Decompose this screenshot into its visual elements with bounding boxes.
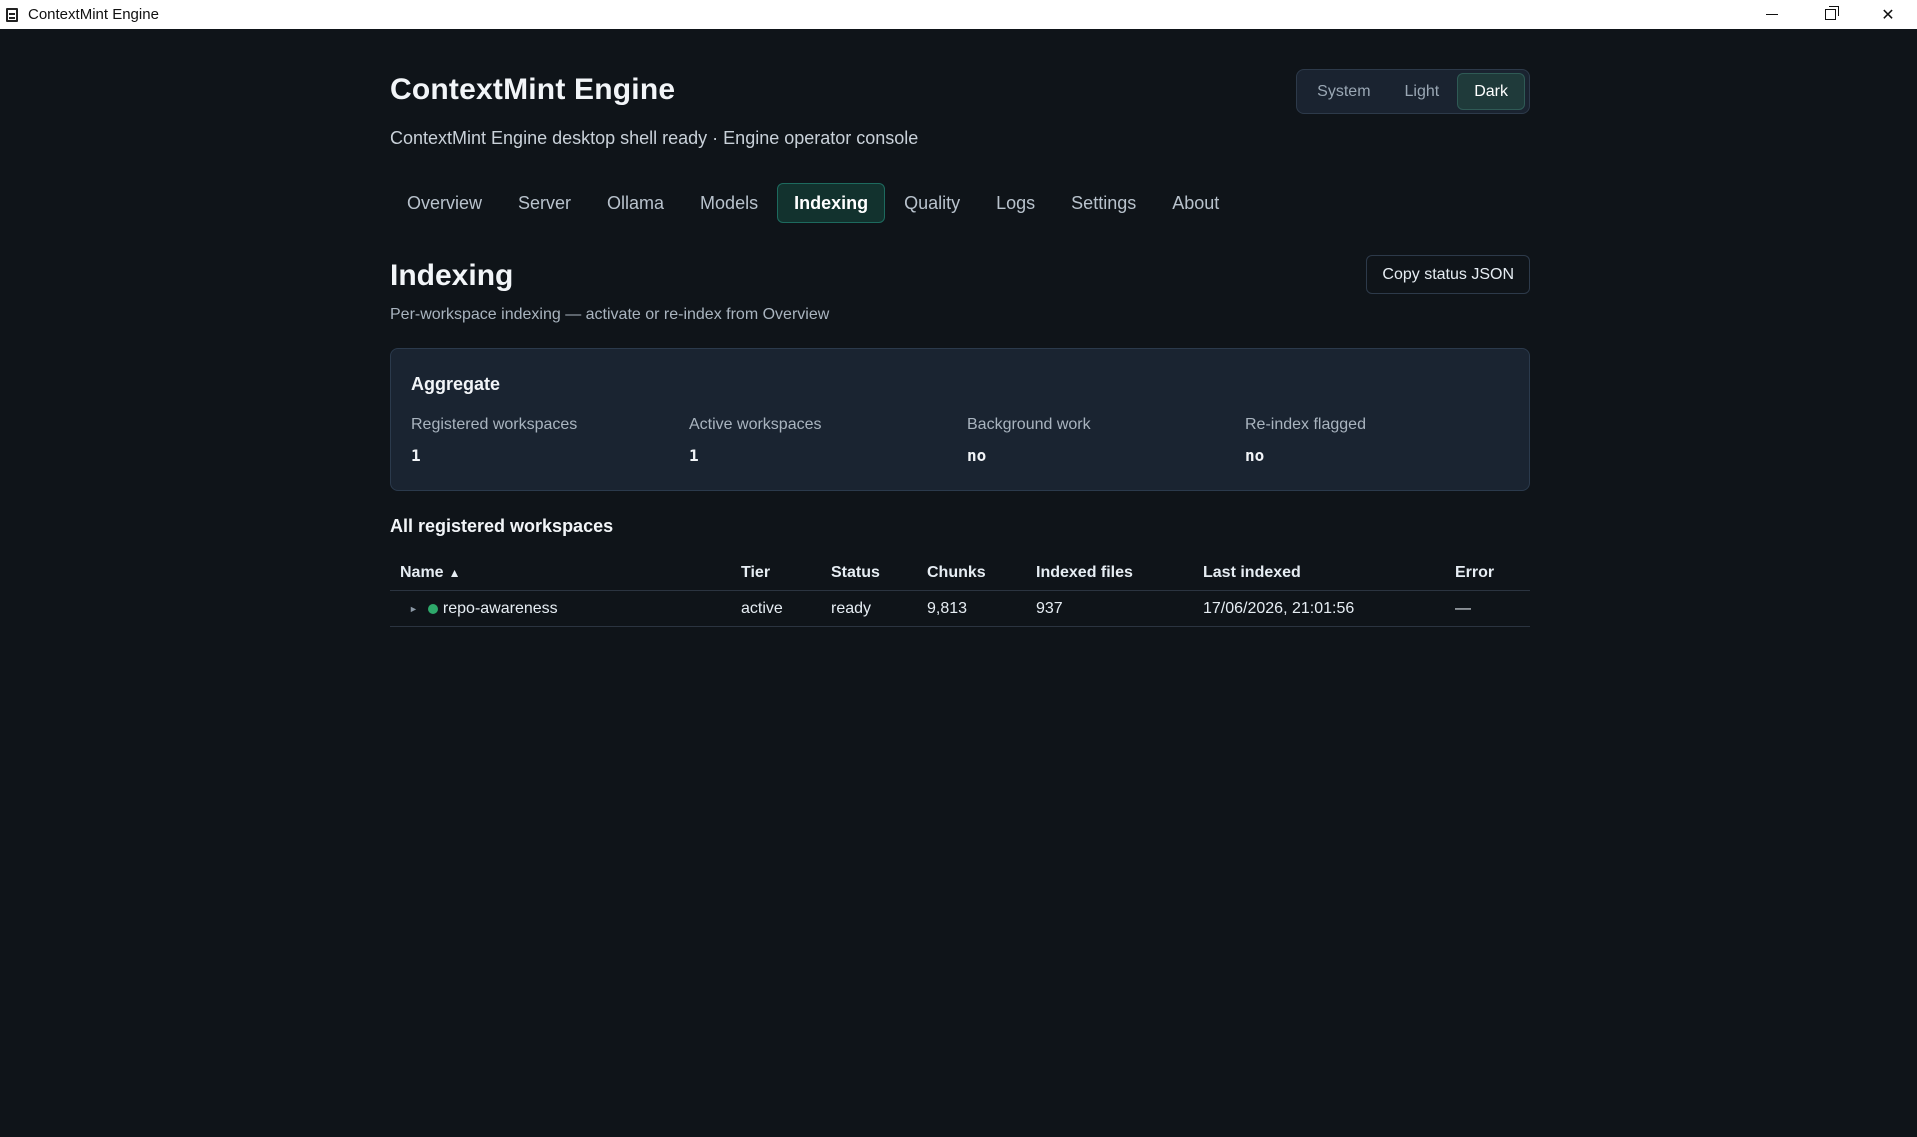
stat-background-work: Background work no [967, 416, 1227, 465]
copy-status-json-button[interactable]: Copy status JSON [1366, 255, 1530, 294]
tab-logs[interactable]: Logs [979, 183, 1052, 223]
table-row[interactable]: ► repo-awareness active ready 9,813 937 … [390, 591, 1530, 627]
workspace-tier: active [741, 600, 783, 617]
status-dot-icon [427, 604, 438, 614]
app-subtitle: ContextMint Engine desktop shell ready ·… [390, 128, 919, 148]
stat-registered-workspaces: Registered workspaces 1 [411, 416, 671, 465]
column-header-chunks[interactable]: Chunks [927, 555, 986, 591]
stat-label: Re-index flagged [1245, 416, 1366, 433]
column-header-tier[interactable]: Tier [741, 555, 770, 591]
workspace-chunks: 9,813 [927, 600, 968, 617]
workspace-indexed-files: 937 [1036, 600, 1063, 617]
table-header: Name ▲ Tier Status Chunks Indexed files … [390, 555, 1530, 591]
close-icon: ✕ [1881, 6, 1895, 24]
window-controls: ✕ [1743, 0, 1917, 29]
workspace-name: repo-awareness [442, 600, 558, 617]
stat-label: Registered workspaces [411, 416, 578, 433]
workspace-status: ready [831, 600, 872, 617]
section-description: Per-workspace indexing — activate or re-… [390, 306, 830, 323]
workspace-name-cell: ► repo-awareness [409, 591, 558, 627]
tab-server[interactable]: Server [501, 183, 588, 223]
close-button[interactable]: ✕ [1859, 0, 1917, 29]
tab-about[interactable]: About [1155, 183, 1236, 223]
theme-system-button[interactable]: System [1301, 73, 1386, 110]
column-header-label: Name [400, 564, 444, 581]
sort-ascending-icon: ▲ [448, 566, 461, 580]
window-title: ContextMint Engine [28, 6, 159, 23]
main-tabs: Overview Server Ollama Models Indexing Q… [390, 183, 1236, 223]
theme-dark-button[interactable]: Dark [1457, 73, 1525, 110]
tab-overview[interactable]: Overview [390, 183, 499, 223]
tab-models[interactable]: Models [683, 183, 775, 223]
app-title: ContextMint Engine [390, 73, 676, 106]
workspaces-table: Name ▲ Tier Status Chunks Indexed files … [390, 555, 1530, 627]
stat-active-workspaces: Active workspaces 1 [689, 416, 949, 465]
column-header-last-indexed[interactable]: Last indexed [1203, 555, 1301, 591]
aggregate-title: Aggregate [411, 374, 501, 394]
stat-value: no [1245, 446, 1265, 465]
restore-button[interactable] [1801, 0, 1859, 29]
aggregate-card: Aggregate Registered workspaces 1 Active… [390, 348, 1530, 491]
theme-switch: System Light Dark [1296, 69, 1530, 114]
theme-light-button[interactable]: Light [1389, 73, 1456, 110]
section-title: Indexing [390, 259, 514, 292]
tab-settings[interactable]: Settings [1054, 183, 1153, 223]
stat-label: Background work [967, 416, 1091, 433]
tab-indexing[interactable]: Indexing [777, 183, 886, 223]
tab-ollama[interactable]: Ollama [590, 183, 681, 223]
restore-icon [1824, 6, 1839, 20]
stat-reindex-flagged: Re-index flagged no [1245, 416, 1505, 465]
minimize-icon [1766, 14, 1778, 15]
stat-label: Active workspaces [689, 416, 822, 433]
column-header-name[interactable]: Name ▲ [400, 555, 460, 591]
workspace-last-indexed: 17/06/2026, 21:01:56 [1203, 600, 1355, 617]
app-icon [6, 7, 18, 22]
stat-value: 1 [411, 446, 421, 465]
window-titlebar: ContextMint Engine ✕ [0, 0, 1917, 29]
minimize-button[interactable] [1743, 0, 1801, 29]
stat-value: no [967, 446, 987, 465]
column-header-error[interactable]: Error [1455, 555, 1494, 591]
column-header-status[interactable]: Status [831, 555, 880, 591]
column-header-indexed-files[interactable]: Indexed files [1036, 555, 1133, 591]
workspaces-title: All registered workspaces [390, 516, 614, 536]
expand-triangle-icon[interactable]: ► [409, 604, 418, 614]
tab-quality[interactable]: Quality [887, 183, 977, 223]
workspace-error: — [1455, 600, 1471, 617]
stat-value: 1 [689, 446, 699, 465]
